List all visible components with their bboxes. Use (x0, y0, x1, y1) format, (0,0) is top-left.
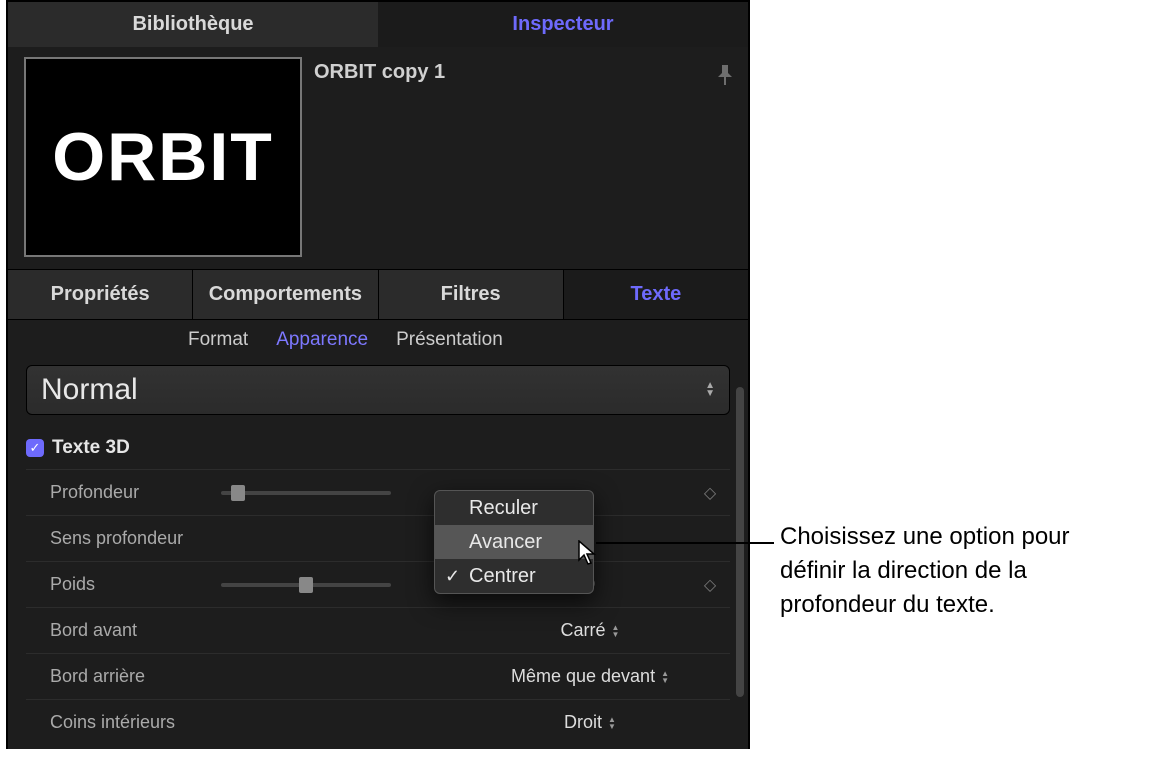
slider-thumb-weight[interactable] (299, 577, 313, 593)
content-area: Normal ▲▼ ✓ Texte 3D Profondeur ◇ Sens p… (8, 365, 748, 749)
subtab-format[interactable]: Format (188, 329, 248, 351)
popup-option-forward[interactable]: Avancer (435, 525, 593, 559)
sub-tabs: Propriétés Comportements Filtres Texte (8, 269, 748, 319)
slider-depth[interactable] (221, 491, 391, 495)
label-inner-corners: Coins intérieurs (26, 712, 221, 733)
row-depth: Profondeur ◇ (26, 469, 730, 515)
value-inner-corners: Droit (564, 712, 602, 733)
tab-properties[interactable]: Propriétés (8, 270, 193, 319)
tab-behaviors[interactable]: Comportements (193, 270, 378, 319)
tab-text[interactable]: Texte (564, 270, 748, 319)
label-direction: Sens profondeur (26, 528, 221, 549)
preview-thumbnail: ORBIT (24, 57, 302, 257)
row-weight: Poids 0 ◇ (26, 561, 730, 607)
updown-arrows-icon: ▲▼ (612, 624, 620, 638)
section-title-3dtext: Texte 3D (52, 437, 130, 459)
value-front-edge: Carré (561, 620, 606, 641)
preview-area: ORBIT ORBIT copy 1 (8, 47, 748, 269)
select-back-edge[interactable]: Même que devant ▲▼ (490, 666, 690, 687)
subtab-appearance[interactable]: Apparence (276, 329, 368, 351)
callout-text: Choisissez une option pour définir la di… (780, 520, 1130, 622)
cursor-icon (578, 540, 596, 566)
updown-arrows-icon: ▲▼ (661, 670, 669, 684)
keyframe-depth[interactable]: ◇ (690, 483, 730, 503)
label-front-edge: Bord avant (26, 620, 221, 641)
subtab-presentation[interactable]: Présentation (396, 329, 503, 351)
style-label: Normal (41, 373, 138, 407)
tab-filters[interactable]: Filtres (379, 270, 564, 319)
top-tabs: Bibliothèque Inspecteur (8, 2, 748, 47)
section-header-3dtext: ✓ Texte 3D (26, 429, 730, 469)
select-inner-corners[interactable]: Droit ▲▼ (490, 712, 690, 733)
direction-popup-menu: Reculer Avancer ✓ Centrer (434, 490, 594, 594)
row-back-edge: Bord arrière Même que devant ▲▼ (26, 653, 730, 699)
popup-option-back[interactable]: Reculer (435, 491, 593, 525)
row-direction: Sens profondeur (26, 515, 730, 561)
checkbox-3dtext[interactable]: ✓ (26, 439, 44, 457)
slider-weight[interactable] (221, 583, 391, 587)
value-back-edge: Même que devant (511, 666, 655, 687)
popup-option-center-label: Centrer (469, 565, 536, 588)
popup-option-center[interactable]: ✓ Centrer (435, 559, 593, 593)
updown-arrows-icon: ▲▼ (608, 716, 616, 730)
check-icon: ✓ (445, 566, 460, 587)
keyframe-weight[interactable]: ◇ (690, 575, 730, 595)
tab-library[interactable]: Bibliothèque (8, 2, 378, 47)
callout-line (596, 542, 774, 544)
preview-title: ORBIT copy 1 (314, 61, 445, 84)
updown-arrows-icon: ▲▼ (705, 382, 715, 398)
text-subtabs: Format Apparence Présentation (8, 319, 748, 359)
inspector-panel: Bibliothèque Inspecteur ORBIT ORBIT copy… (6, 0, 750, 749)
label-back-edge: Bord arrière (26, 666, 221, 687)
select-front-edge[interactable]: Carré ▲▼ (490, 620, 690, 641)
pin-icon[interactable] (718, 61, 732, 90)
row-inner-corners: Coins intérieurs Droit ▲▼ (26, 699, 730, 745)
slider-thumb-depth[interactable] (231, 485, 245, 501)
label-weight: Poids (26, 574, 221, 595)
style-popup[interactable]: Normal ▲▼ (26, 365, 730, 415)
label-depth: Profondeur (26, 482, 221, 503)
preview-title-area: ORBIT copy 1 (314, 57, 748, 259)
row-front-edge: Bord avant Carré ▲▼ (26, 607, 730, 653)
tab-inspector[interactable]: Inspecteur (378, 2, 748, 47)
